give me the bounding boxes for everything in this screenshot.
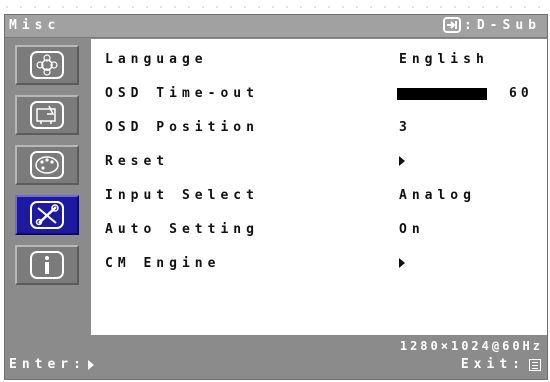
osd-settings-icon — [30, 101, 64, 129]
menu-row-cm-engine[interactable]: CM Engine — [91, 253, 547, 277]
menu-row-value: Analog — [399, 188, 476, 203]
menu-row-value: 3 — [399, 120, 412, 135]
exit-label: Exit: — [460, 357, 525, 372]
menu-row-label: Language — [105, 52, 208, 67]
footer: 1280×1024@60Hz Enter: Exit: — [5, 337, 547, 379]
menu-row-label: OSD Position — [105, 120, 259, 135]
sidebar-item-picture[interactable] — [15, 45, 79, 85]
menu-row-input-select[interactable]: Input Select Analog — [91, 185, 547, 209]
resolution-readout: 1280×1024@60Hz — [399, 339, 543, 353]
menu-row-label: CM Engine — [105, 256, 221, 271]
sidebar-item-osd-settings[interactable] — [15, 95, 79, 135]
sidebar-item-information[interactable] — [15, 245, 79, 285]
menu-panel: Language English OSD Time-out 60 OSD Pos… — [91, 39, 547, 335]
sidebar-item-misc[interactable] — [15, 195, 79, 235]
enter-label: Enter: — [9, 357, 86, 372]
tools-icon — [30, 201, 64, 229]
menu-row-auto-setting[interactable]: Auto Setting On — [91, 219, 547, 243]
menu-row-value: On — [399, 222, 425, 237]
enter-arrow-icon — [87, 359, 94, 370]
information-icon — [30, 251, 64, 279]
sidebar-item-color[interactable] — [15, 145, 79, 185]
menu-row-osd-position[interactable]: OSD Position 3 — [91, 117, 547, 141]
exit-hint: Exit: — [461, 357, 541, 372]
menu-row-label: Reset — [105, 154, 170, 169]
title-bar: Misc :D-Sub — [5, 15, 547, 38]
menu-row-value: English — [399, 52, 489, 67]
sidebar — [5, 39, 89, 329]
osd-timeout-slider[interactable] — [397, 88, 487, 100]
menu-row-language[interactable]: Language English — [91, 49, 547, 73]
menu-row-label: OSD Time-out — [105, 86, 259, 101]
picture-icon — [30, 51, 64, 79]
menu-row-osd-timeout[interactable]: OSD Time-out 60 — [91, 83, 547, 107]
menu-icon — [529, 358, 541, 371]
input-source-indicator: :D-Sub — [442, 17, 541, 33]
osd-window: Misc :D-Sub Language English OSD Time-ou… — [4, 14, 548, 380]
osd-timeout-value: 60 — [509, 86, 533, 101]
menu-title: Misc — [9, 18, 61, 33]
input-source-label: :D-Sub — [464, 17, 541, 33]
color-palette-icon — [30, 151, 64, 179]
input-source-icon — [443, 17, 462, 33]
menu-row-label: Input Select — [105, 188, 259, 203]
enter-hint: Enter: — [9, 357, 94, 372]
menu-row-reset[interactable]: Reset — [91, 151, 547, 175]
menu-row-label: Auto Setting — [105, 222, 259, 237]
arrow-right-icon — [399, 156, 405, 166]
arrow-right-icon — [399, 258, 405, 268]
